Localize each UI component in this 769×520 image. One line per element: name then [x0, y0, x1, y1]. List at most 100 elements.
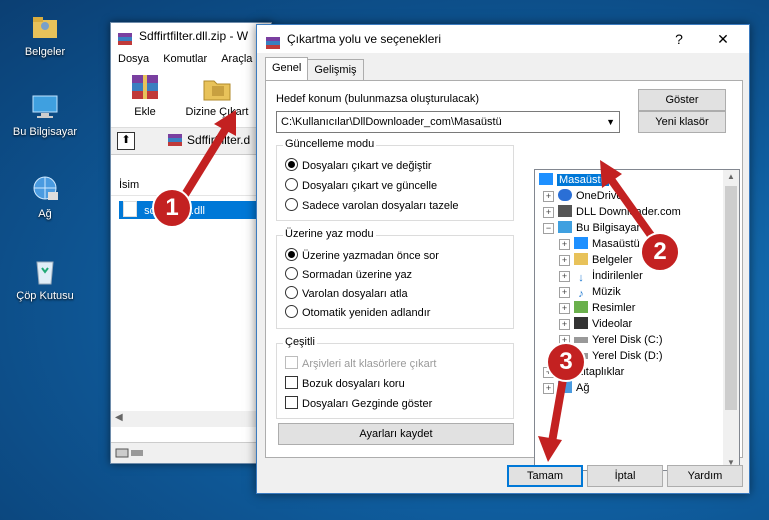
overwrite-mode-option[interactable]: Varolan dosyaları atla [285, 286, 408, 302]
desktop-icon-recycle-bin[interactable]: Çöp Kutusu [0, 256, 90, 302]
expand-icon[interactable]: + [559, 319, 570, 330]
tree-item-label: DLL Downloader.com [576, 206, 681, 218]
tree-item[interactable]: + ↓ İndirilenler [559, 268, 643, 284]
chevron-down-icon[interactable]: ▼ [606, 112, 615, 132]
radio-button[interactable] [285, 158, 298, 171]
radio-button[interactable] [285, 198, 298, 211]
expand-icon[interactable]: + [543, 383, 554, 394]
winrar-address-bar: ⬆ Sdffirtfilter.d [111, 128, 271, 155]
scroll-thumb[interactable] [725, 186, 737, 410]
checkbox[interactable] [285, 376, 298, 389]
desktop-icon-label: Bu Bilgisayar [12, 126, 78, 138]
tab-general[interactable]: Genel [265, 57, 309, 80]
winrar-title-text: Sdffirtfilter.dll.zip - W [139, 29, 249, 43]
save-settings-button[interactable]: Ayarları kaydet [278, 423, 514, 445]
radio-button[interactable] [285, 286, 298, 299]
tree-item[interactable]: Masaüstü [539, 172, 609, 188]
help-button[interactable]: Yardım [667, 465, 743, 487]
tree-item-label: Resimler [592, 302, 636, 314]
dialog-titlebar[interactable]: Çıkartma yolu ve seçenekleri ? ✕ [257, 25, 749, 53]
tree-vertical-scrollbar[interactable]: ▲ ▼ [723, 170, 739, 470]
destination-value: C:\Kullanıcılar\DllDownloader_com\Masaüs… [281, 116, 502, 128]
add-button[interactable]: Ekle [121, 73, 169, 118]
menu-tools[interactable]: Araçla [214, 53, 259, 65]
tree-item[interactable]: + Ağ [543, 380, 589, 396]
dialog-title: Çıkartma yolu ve seçenekleri [287, 32, 442, 46]
show-button[interactable]: Göster [638, 89, 726, 111]
tree-item[interactable]: + ♪ Müzik [559, 284, 621, 300]
expand-icon[interactable]: + [559, 255, 570, 266]
tree-item[interactable]: + Belgeler [559, 252, 632, 268]
overwrite-mode-option[interactable]: Sormadan üzerine yaz [285, 267, 412, 283]
desktop-icon-this-pc[interactable]: Bu Bilgisayar [0, 92, 90, 138]
recycle-bin-icon [30, 256, 60, 286]
desktop-icon-label: Belgeler [24, 46, 66, 58]
up-folder-icon[interactable]: ⬆ [117, 132, 135, 150]
destination-combo[interactable]: C:\Kullanıcılar\DllDownloader_com\Masaüs… [276, 111, 620, 133]
tree-item-label: Ağ [576, 382, 590, 394]
address-path[interactable]: Sdffirtfilter.d [187, 133, 250, 147]
tree-item[interactable]: − Bu Bilgisayar [543, 220, 640, 236]
scroll-up-icon[interactable]: ▲ [723, 170, 739, 184]
option-label: Varolan dosyaları atla [302, 288, 408, 300]
winrar-menubar: Dosya Komutlar Araçla [111, 49, 271, 69]
radio-button[interactable] [285, 248, 298, 261]
checkbox[interactable] [285, 396, 298, 409]
misc-caption: Çeşitli [283, 336, 317, 348]
expand-icon[interactable]: + [559, 239, 570, 250]
drive-icon [574, 337, 588, 343]
expand-icon[interactable]: + [559, 303, 570, 314]
column-header-name[interactable]: İsim [111, 175, 271, 196]
tree-item[interactable]: + DLL Downloader.com [543, 204, 681, 220]
expand-icon[interactable]: + [543, 191, 554, 202]
update-mode-option[interactable]: Sadece varolan dosyaları tazele [285, 198, 459, 214]
help-title-button[interactable]: ? [657, 25, 701, 53]
expand-icon[interactable]: + [543, 207, 554, 218]
update-mode-option[interactable]: Dosyaları çıkart ve değiştir [285, 158, 432, 174]
dll-file-icon [123, 201, 137, 217]
winrar-app-icon [265, 32, 281, 60]
radio-button[interactable] [285, 305, 298, 318]
desktop-icon-documents[interactable]: Belgeler [0, 12, 90, 58]
tree-item[interactable]: + OneDrive [543, 188, 622, 204]
expand-icon[interactable]: + [559, 287, 570, 298]
overwrite-mode-option[interactable]: Üzerine yazmadan önce sor [285, 248, 439, 264]
horizontal-scrollbar[interactable]: ◀ [111, 411, 271, 427]
desktop-icon-network[interactable]: Ağ [0, 174, 90, 220]
callout-1: 1 [152, 188, 192, 228]
tree-item[interactable]: + Videolar [559, 316, 632, 332]
expand-icon[interactable]: + [559, 271, 570, 282]
collapse-icon[interactable]: − [543, 223, 554, 234]
cancel-button[interactable]: İptal [587, 465, 663, 487]
tree-item[interactable]: + Masaüstü [559, 236, 640, 252]
tree-item-label: Masaüstü [557, 174, 609, 186]
scroll-left-icon[interactable]: ◀ [115, 412, 123, 423]
overwrite-mode-option[interactable]: Otomatik yeniden adlandır [285, 305, 430, 321]
new-folder-button[interactable]: Yeni klasör [638, 111, 726, 133]
menu-commands[interactable]: Komutlar [156, 53, 214, 65]
option-label: Dosyaları çıkart ve güncelle [302, 180, 438, 192]
drive-key-icon [115, 446, 145, 463]
desktop-folder-icon [574, 237, 588, 249]
close-button[interactable]: ✕ [701, 25, 745, 53]
extract-to-button-label: Dizine Çıkart [185, 106, 249, 118]
winrar-titlebar[interactable]: Sdffirtfilter.dll.zip - W [111, 23, 271, 49]
tree-item[interactable]: + Resimler [559, 300, 635, 316]
option-label: Dosyaları Gezginde göster [302, 398, 433, 410]
option-label: Sadece varolan dosyaları tazele [302, 200, 459, 212]
radio-button[interactable] [285, 267, 298, 280]
misc-group: Çeşitli Arşivleri alt klasörlere çıkart … [276, 336, 514, 419]
option-label: Üzerine yazmadan önce sor [302, 250, 439, 262]
tab-advanced[interactable]: Gelişmiş [307, 59, 364, 80]
radio-button[interactable] [285, 178, 298, 191]
extract-to-button[interactable]: Dizine Çıkart [179, 73, 255, 118]
tree-item-label: İndirilenler [592, 270, 643, 282]
ok-button[interactable]: Tamam [507, 465, 583, 487]
tree-item-label: Belgeler [592, 254, 633, 266]
tree-item-label: Yerel Disk (C:) [592, 334, 663, 346]
update-mode-option[interactable]: Dosyaları çıkart ve güncelle [285, 178, 437, 194]
menu-file[interactable]: Dosya [111, 53, 156, 65]
misc-option[interactable]: Dosyaları Gezginde göster [285, 396, 432, 412]
folder-tree: Masaüstü + OneDrive + DLL Downloader.com −… [534, 169, 740, 471]
misc-option[interactable]: Bozuk dosyaları koru [285, 376, 405, 392]
